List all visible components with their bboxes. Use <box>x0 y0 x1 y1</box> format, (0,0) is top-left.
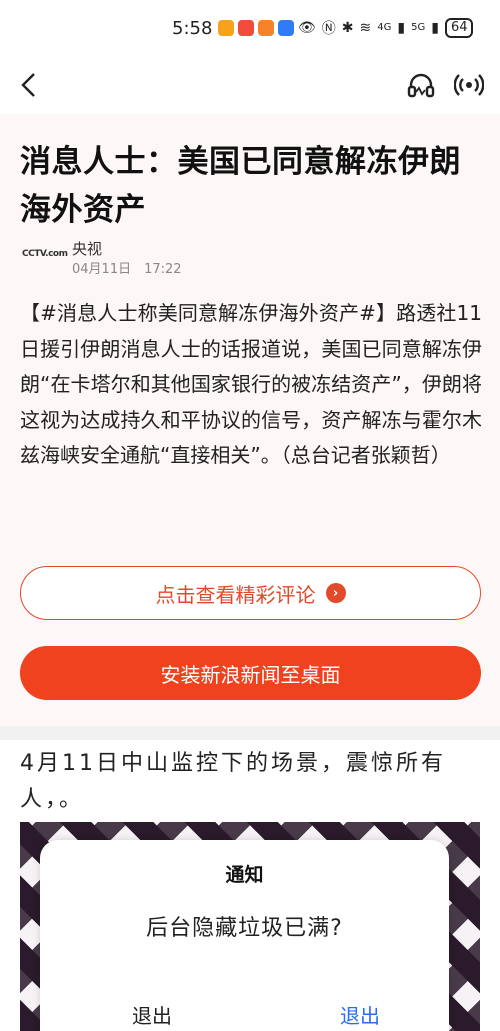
status-time: 5:58 <box>172 18 213 39</box>
article: 消息人士：美国已同意解冻伊朗海外资产 CCTV.com 央视 04月11日 17… <box>0 114 500 726</box>
status-bar: 5:58 👁 Ⓝ ✱ ≋ 4G ▮ 5G ▮ 64 <box>0 0 500 58</box>
nfc-icon: Ⓝ <box>321 21 336 37</box>
notification-icons <box>218 20 294 36</box>
network-5g-label: 5G <box>411 22 426 33</box>
signal-icon: ▮ <box>431 20 439 36</box>
publish-time: 04月11日 17:22 <box>72 262 182 277</box>
dialog-title: 通知 <box>225 864 264 886</box>
dialog-exit-button-left[interactable]: 退出 <box>132 1000 172 1029</box>
bluetooth-icon: ✱ <box>341 20 354 36</box>
feed-item-title[interactable]: 4月11日中山监控下的场景，震惊所有人，。 <box>20 746 482 818</box>
wifi-icon: ≋ <box>359 20 372 36</box>
install-app-label: 安装新浪新闻至桌面 <box>160 662 341 687</box>
notification-app-icon <box>218 20 234 36</box>
view-comments-label: 点击查看精彩评论 <box>155 582 316 607</box>
dialog-exit-button-right[interactable]: 退出 <box>340 1000 380 1029</box>
eye-icon: 👁 <box>298 20 316 36</box>
network-4g-label: 4G <box>377 22 392 33</box>
section-divider <box>0 726 500 740</box>
install-app-button[interactable]: 安装新浪新闻至桌面 <box>20 646 481 700</box>
notification-app-icon <box>278 20 294 36</box>
broadcast-icon[interactable] <box>454 70 484 100</box>
article-title: 消息人士：美国已同意解冻伊朗海外资产 <box>20 144 461 228</box>
headphones-icon[interactable] <box>406 70 436 100</box>
notification-app-icon <box>238 20 254 36</box>
view-comments-button[interactable]: 点击查看精彩评论 › <box>20 566 481 620</box>
source-logo[interactable]: CCTV.com <box>22 249 68 265</box>
source-name[interactable]: 央视 <box>72 238 102 259</box>
article-body: 【#消息人士称美同意解冻伊海外资产#】路透社11日援引伊朗消息人士的话报道说，美… <box>20 301 482 467</box>
top-bar <box>0 58 500 114</box>
signal-icon: ▮ <box>397 20 406 36</box>
back-icon[interactable] <box>16 70 46 100</box>
notification-dialog: 通知 后台隐藏垃圾已满? 退出 退出 <box>40 840 449 1031</box>
dialog-message: 后台隐藏垃圾已满? <box>146 916 343 941</box>
system-icons: 👁 Ⓝ ✱ ≋ 4G ▮ 5G ▮ 64 <box>298 18 474 38</box>
notification-app-icon <box>258 20 274 36</box>
chevron-right-icon: › <box>325 583 346 603</box>
battery-icon: 64 <box>444 18 474 38</box>
top-actions <box>406 70 484 100</box>
